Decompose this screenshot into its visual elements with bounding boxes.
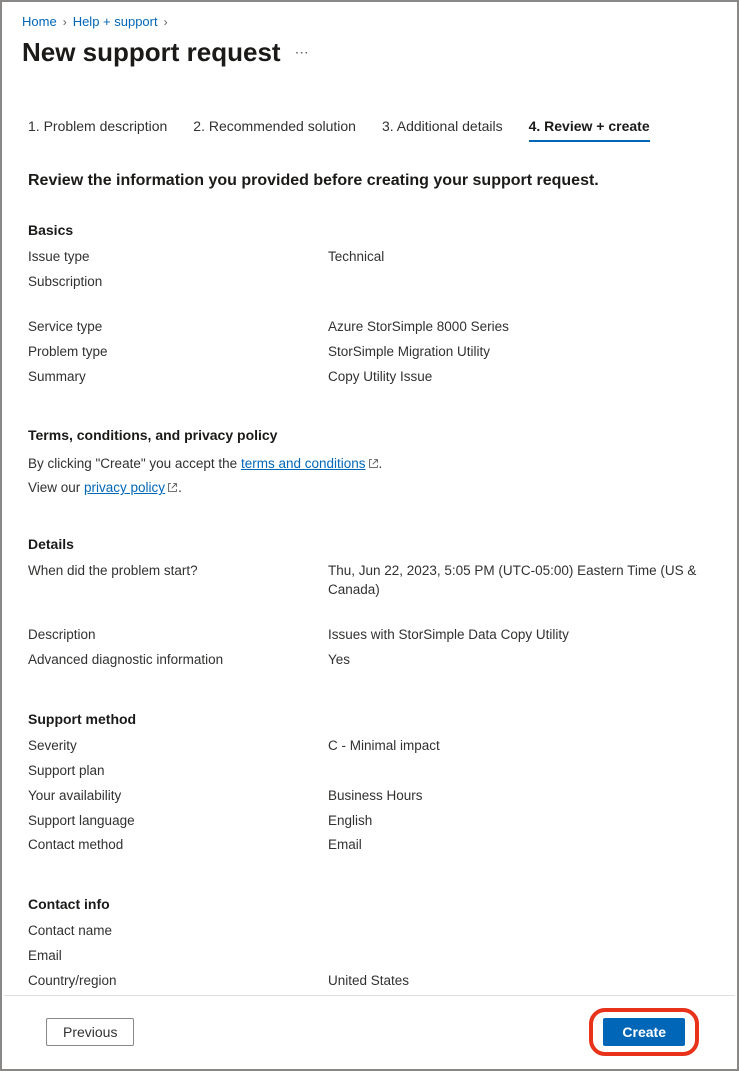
label-availability: Your availability xyxy=(28,787,328,806)
previous-button[interactable]: Previous xyxy=(46,1018,134,1046)
value-problem-type: StorSimple Migration Utility xyxy=(328,343,490,362)
row-support-language: Support language English xyxy=(28,812,711,831)
value-when: Thu, Jun 22, 2023, 5:05 PM (UTC-05:00) E… xyxy=(328,562,711,600)
row-availability: Your availability Business Hours xyxy=(28,787,711,806)
row-country: Country/region United States xyxy=(28,972,711,991)
row-service-type: Service type Azure StorSimple 8000 Serie… xyxy=(28,318,711,337)
chevron-right-icon: › xyxy=(164,15,168,29)
row-problem-type: Problem type StorSimple Migration Utilit… xyxy=(28,343,711,362)
row-contact-email: Email xyxy=(28,947,711,966)
label-country: Country/region xyxy=(28,972,328,991)
external-link-icon xyxy=(368,454,379,477)
external-link-icon xyxy=(167,478,178,501)
value-summary: Copy Utility Issue xyxy=(328,368,432,387)
value-description: Issues with StorSimple Data Copy Utility xyxy=(328,626,569,645)
value-country: United States xyxy=(328,972,409,991)
tab-recommended-solution[interactable]: 2. Recommended solution xyxy=(193,118,356,142)
terms-line-2: View our privacy policy. xyxy=(28,477,711,501)
section-terms-title: Terms, conditions, and privacy policy xyxy=(28,427,711,443)
more-icon[interactable]: ⋯ xyxy=(295,44,310,61)
label-summary: Summary xyxy=(28,368,328,387)
privacy-policy-link[interactable]: privacy policy xyxy=(84,480,165,495)
value-diag: Yes xyxy=(328,651,350,670)
row-when: When did the problem start? Thu, Jun 22,… xyxy=(28,562,711,600)
terms-prefix-2: View our xyxy=(28,480,84,495)
label-support-plan: Support plan xyxy=(28,762,328,781)
value-contact-method: Email xyxy=(328,836,362,855)
wizard-tabs: 1. Problem description 2. Recommended so… xyxy=(28,118,711,142)
label-description: Description xyxy=(28,626,328,645)
label-contact-method: Contact method xyxy=(28,836,328,855)
row-contact-method: Contact method Email xyxy=(28,836,711,855)
breadcrumb: Home › Help + support › xyxy=(2,2,737,37)
breadcrumb-home[interactable]: Home xyxy=(22,14,57,29)
row-contact-name: Contact name xyxy=(28,922,711,941)
value-service-type: Azure StorSimple 8000 Series xyxy=(328,318,509,337)
label-when: When did the problem start? xyxy=(28,562,328,600)
label-problem-type: Problem type xyxy=(28,343,328,362)
label-diag: Advanced diagnostic information xyxy=(28,651,328,670)
value-availability: Business Hours xyxy=(328,787,423,806)
terms-line-1: By clicking "Create" you accept the term… xyxy=(28,453,711,477)
value-support-language: English xyxy=(328,812,372,831)
terms-and-conditions-link[interactable]: terms and conditions xyxy=(241,456,366,471)
label-contact-email: Email xyxy=(28,947,328,966)
create-button[interactable]: Create xyxy=(603,1018,685,1046)
chevron-right-icon: › xyxy=(63,15,67,29)
review-heading: Review the information you provided befo… xyxy=(28,172,711,190)
row-severity: Severity C - Minimal impact xyxy=(28,737,711,756)
section-contact-info-title: Contact info xyxy=(28,896,711,912)
label-support-language: Support language xyxy=(28,812,328,831)
label-contact-name: Contact name xyxy=(28,922,328,941)
tab-review-create[interactable]: 4. Review + create xyxy=(529,118,650,142)
page-title: New support request xyxy=(22,37,281,68)
value-issue-type: Technical xyxy=(328,248,384,267)
terms-prefix-1: By clicking "Create" you accept the xyxy=(28,456,241,471)
section-support-method-title: Support method xyxy=(28,711,711,727)
section-details-title: Details xyxy=(28,536,711,552)
label-service-type: Service type xyxy=(28,318,328,337)
label-subscription: Subscription xyxy=(28,273,328,292)
row-support-plan: Support plan xyxy=(28,762,711,781)
row-subscription: Subscription xyxy=(28,273,711,292)
page-header: New support request ⋯ xyxy=(2,37,737,88)
row-summary: Summary Copy Utility Issue xyxy=(28,368,711,387)
section-basics-title: Basics xyxy=(28,222,711,238)
wizard-footer: Previous Create xyxy=(4,995,735,1067)
tab-additional-details[interactable]: 3. Additional details xyxy=(382,118,503,142)
tab-problem-description[interactable]: 1. Problem description xyxy=(28,118,167,142)
label-issue-type: Issue type xyxy=(28,248,328,267)
row-diag: Advanced diagnostic information Yes xyxy=(28,651,711,670)
breadcrumb-help-support[interactable]: Help + support xyxy=(73,14,158,29)
row-issue-type: Issue type Technical xyxy=(28,248,711,267)
label-severity: Severity xyxy=(28,737,328,756)
create-highlight: Create xyxy=(589,1008,699,1056)
value-severity: C - Minimal impact xyxy=(328,737,440,756)
row-description: Description Issues with StorSimple Data … xyxy=(28,626,711,645)
